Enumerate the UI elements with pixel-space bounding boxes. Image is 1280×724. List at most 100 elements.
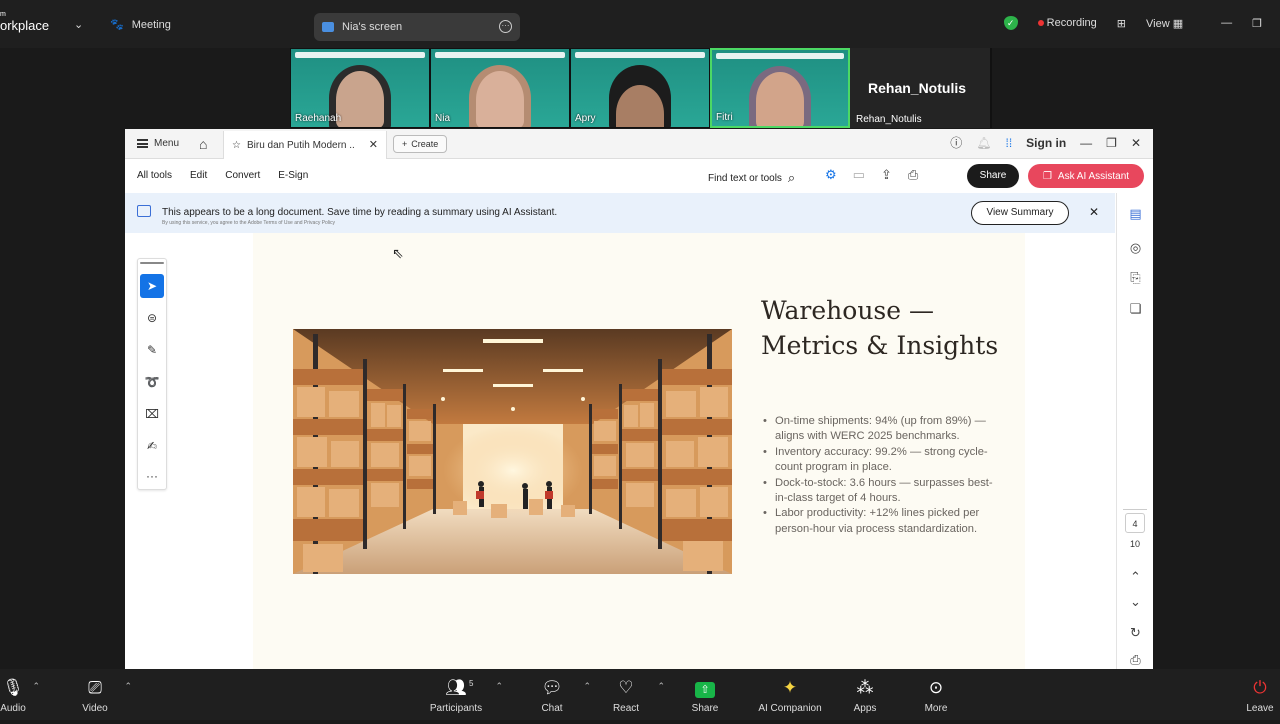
create-button[interactable]: + Create <box>393 135 448 153</box>
meeting-menu[interactable]: 🐾 Meeting <box>110 18 171 32</box>
page-fit-icon[interactable]: ⎙ <box>1127 651 1144 668</box>
find-tools[interactable]: Find text or tools ⌕ <box>708 170 795 186</box>
microphone-icon: 🎙︎ <box>2 678 24 697</box>
plus-icon: + <box>402 139 408 149</box>
help-icon[interactable]: ⓘ <box>950 134 962 151</box>
rotate-icon[interactable]: ↻ <box>1127 624 1144 641</box>
text-select-icon[interactable]: ⌧ <box>140 402 164 426</box>
share-button[interactable]: Share <box>967 164 1019 188</box>
current-page-input[interactable]: 4 <box>1125 513 1145 533</box>
shield-check-icon[interactable]: ✓ <box>1003 16 1018 30</box>
participant-face <box>756 72 804 126</box>
more-button[interactable]: ⊙ More <box>901 677 971 714</box>
draw-lasso-icon[interactable]: ➰ <box>140 370 164 394</box>
acrobat-window: Menu ⌂ ☆ Biru dan Putih Modern .. ✕ + Cr… <box>125 129 1153 723</box>
sign-in-link[interactable]: Sign in <box>1026 136 1066 150</box>
bullet-item: On-time shipments: 94% (up from 89%) — a… <box>763 414 997 445</box>
chat-button[interactable]: 💬︎ Chat ⌃ <box>517 677 591 714</box>
apps-button[interactable]: ⁂ Apps <box>830 677 900 714</box>
grid-icon[interactable]: ⊞ <box>1117 17 1126 30</box>
participant-name: Apry <box>575 113 596 124</box>
workplace-brand: m orkplace <box>0 11 49 32</box>
close-icon[interactable]: ✕ <box>1131 136 1141 150</box>
video-button[interactable]: ⎚ Video ⌃ <box>60 677 132 714</box>
brand-text: orkplace <box>0 18 50 33</box>
acrobat-tab-bar: Menu ⌂ ☆ Biru dan Putih Modern .. ✕ + Cr… <box>125 129 1153 159</box>
react-button[interactable]: ♡ React ⌃ <box>591 677 665 714</box>
toolbar-menu: All tools Edit Convert E-Sign <box>137 170 308 181</box>
participant-name: Nia <box>435 113 451 124</box>
view-button[interactable]: View ▦ <box>1146 17 1183 30</box>
ai-companion-button[interactable]: ✦ AI Companion <box>750 677 830 714</box>
create-label: Create <box>411 139 439 149</box>
participant-tile-active[interactable]: Fitri <box>710 48 850 128</box>
star-icon[interactable]: ☆ <box>232 140 241 151</box>
shared-slide-strip <box>716 53 844 59</box>
ai-summary-banner: This appears to be a long document. Save… <box>125 193 1115 233</box>
chevron-down-icon[interactable]: ⌄ <box>1127 593 1144 610</box>
menu-button[interactable]: Menu <box>137 138 179 149</box>
participants-button[interactable]: 👥︎ 5 Participants ⌃ <box>421 677 503 714</box>
more-tools-icon[interactable]: ··· <box>140 464 164 488</box>
participant-tile[interactable]: Nia <box>430 48 570 128</box>
chevron-up-icon[interactable]: ⌃ <box>124 681 132 692</box>
find-label: Find text or tools <box>708 172 782 184</box>
convert-tab[interactable]: Convert <box>225 170 260 181</box>
chevron-up-icon[interactable]: ⌃ <box>657 681 665 692</box>
comments-icon[interactable]: ◎ <box>1127 239 1144 256</box>
participant-tile[interactable]: Apry <box>570 48 710 128</box>
esign-tab[interactable]: E-Sign <box>278 170 308 181</box>
close-tab-icon[interactable]: ✕ <box>369 138 378 151</box>
restore-icon[interactable]: ❐ <box>1252 17 1262 30</box>
comment-icon[interactable]: ▭ <box>853 167 865 183</box>
restore-icon[interactable]: ❐ <box>1106 136 1117 150</box>
window-controls: ⓘ 🔔︎ ⁞⁞ Sign in — ❐ ✕ <box>950 134 1141 151</box>
apps-grid-icon[interactable]: ⁞⁞ <box>1006 136 1013 150</box>
comment-add-icon[interactable]: ⊜ <box>140 306 164 330</box>
print-icon[interactable]: ⎙ <box>908 167 918 183</box>
edit-tab[interactable]: Edit <box>190 170 207 181</box>
document-tab[interactable]: ☆ Biru dan Putih Modern .. ✕ <box>223 131 387 159</box>
leave-button[interactable]: ⏻ Leave <box>1240 677 1280 714</box>
more-options-icon[interactable]: ··· <box>499 20 512 33</box>
share-label: Share <box>691 703 719 714</box>
zoom-top-bar: m orkplace ⌄ 🐾 Meeting Nia's screen ··· … <box>0 0 1280 48</box>
recording-indicator[interactable]: Recording <box>1037 17 1097 29</box>
chat-label: Chat <box>541 703 563 714</box>
screen-share-pill[interactable]: Nia's screen ··· <box>314 13 520 41</box>
bell-icon[interactable]: 🔔︎ <box>976 136 991 150</box>
video-gallery: Raehanah Nia Apry Fitri Rehan_Notulis Re… <box>290 48 992 128</box>
audio-button[interactable]: 🎙︎ Audio ⌃ <box>0 677 48 714</box>
participant-tile-no-video[interactable]: Rehan_Notulis Rehan_Notulis <box>850 48 990 128</box>
screen-icon <box>322 22 334 32</box>
stamp-sign-icon[interactable]: ✍ <box>140 434 164 458</box>
minimize-icon[interactable]: — <box>1221 17 1232 29</box>
ai-tools-icon[interactable]: ⚙ <box>825 167 837 183</box>
chevron-down-icon[interactable]: ⌄ <box>74 18 83 31</box>
drag-handle[interactable] <box>140 262 164 264</box>
chevron-up-icon[interactable]: ⌃ <box>583 681 591 692</box>
chevron-up-icon[interactable]: ⌃ <box>1127 568 1144 585</box>
close-banner-icon[interactable]: ✕ <box>1089 205 1099 219</box>
view-summary-button[interactable]: View Summary <box>971 201 1069 225</box>
ai-assistant-panel-icon[interactable]: ▤ <box>1127 205 1144 222</box>
home-icon[interactable]: ⌂ <box>199 136 207 152</box>
pages-icon[interactable]: ❏ <box>1127 300 1144 317</box>
document-tab-title: Biru dan Putih Modern .. <box>246 139 355 151</box>
minimize-icon[interactable]: — <box>1080 136 1092 150</box>
highlight-pen-icon[interactable]: ✎ <box>140 338 164 362</box>
select-cursor-icon[interactable]: ➤ <box>140 274 164 298</box>
share-screen-button[interactable]: ⇧ Share <box>670 677 740 714</box>
page-navigator: 4 10 <box>1123 509 1147 559</box>
banner-message: This appears to be a long document. Save… <box>162 207 558 218</box>
all-tools-tab[interactable]: All tools <box>137 170 172 181</box>
more-label: More <box>924 703 948 714</box>
chevron-up-icon[interactable]: ⌃ <box>495 681 503 692</box>
upload-icon[interactable]: ⇪ <box>881 167 892 183</box>
ask-ai-assistant-button[interactable]: ❐ Ask AI Assistant <box>1028 164 1144 188</box>
bookmark-icon[interactable]: ⎘ <box>1127 269 1144 286</box>
toolbar-icons: ⚙ ▭ ⇪ ⎙ <box>825 167 918 183</box>
participant-tile[interactable]: Raehanah <box>290 48 430 128</box>
chevron-up-icon[interactable]: ⌃ <box>32 681 40 692</box>
leave-label: Leave <box>1246 703 1274 714</box>
